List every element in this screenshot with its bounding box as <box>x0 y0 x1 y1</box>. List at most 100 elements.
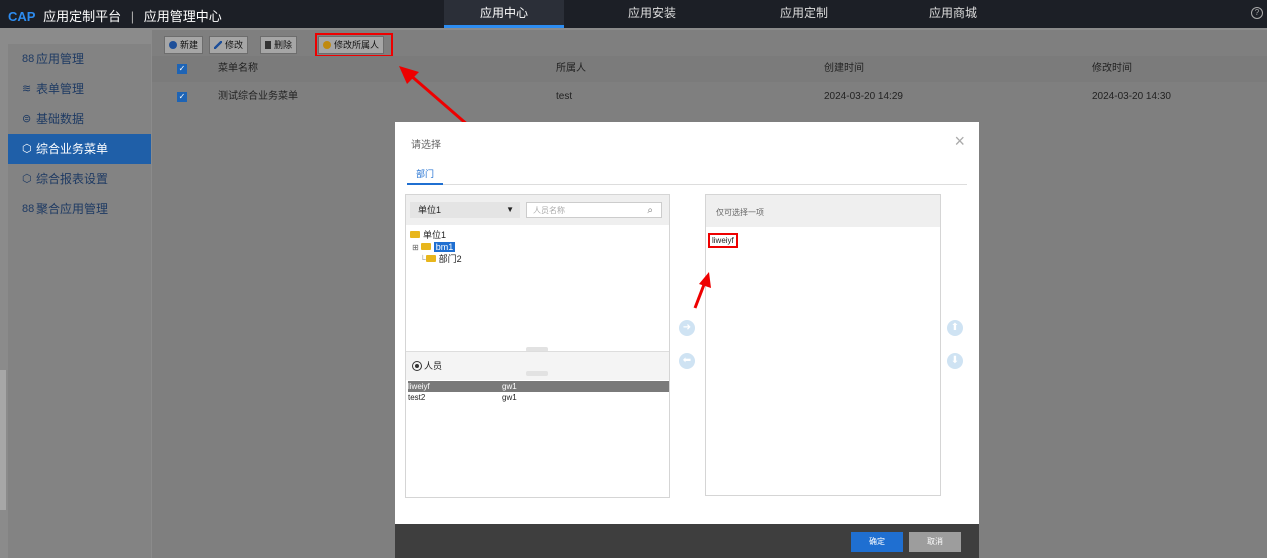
sidebar-item-basic-data[interactable]: ⊜ 基础数据 <box>8 104 151 134</box>
nav-app-center[interactable]: 应用中心 <box>444 0 564 28</box>
unit-select[interactable]: 单位1 ▼ <box>410 202 520 218</box>
move-down-icon[interactable]: ⬇ <box>947 353 963 369</box>
row-modified: 2024-03-20 14:30 <box>1092 91 1171 102</box>
trash-icon <box>265 41 271 49</box>
cancel-button[interactable]: 取消 <box>909 532 961 552</box>
brand-logo: CAP <box>8 9 36 24</box>
right-panel-header: 仅可选择一项 <box>706 195 940 227</box>
column-header: 修改时间 <box>1092 63 1132 74</box>
tree-node-dept2[interactable]: └ 部门2 <box>410 253 462 265</box>
tree-node-label: 部门2 <box>438 254 462 264</box>
list-item[interactable]: test2 gw1 <box>408 392 669 403</box>
delete-button-label: 删除 <box>274 40 293 50</box>
expand-icon[interactable]: ⊞ <box>412 243 419 252</box>
sidebar-item-label: 表单管理 <box>36 82 85 96</box>
folder-open-icon <box>410 231 420 238</box>
pencil-icon <box>214 41 222 49</box>
sidebar-item-business-menu[interactable]: ⬡ 综合业务菜单 <box>8 134 151 164</box>
plus-icon <box>169 41 177 49</box>
toolbar: 新建 修改 删除 修改所属人 <box>152 30 1267 57</box>
search-icon[interactable]: ⌕ <box>647 203 653 219</box>
select-all-checkbox[interactable]: ✓ <box>177 64 187 74</box>
move-left-icon[interactable]: ⬅ <box>679 353 695 369</box>
sidebar-item-form-management[interactable]: ≋ 表单管理 <box>8 74 151 104</box>
dialog-tabbar: 部门 <box>407 166 967 185</box>
tab-department[interactable]: 部门 <box>407 166 443 185</box>
list-item[interactable]: liweiyf gw1 <box>408 381 669 392</box>
table-row[interactable]: ✓ 测试综合业务菜单 test 2024-03-20 14:29 2024-03… <box>152 84 1267 110</box>
tree-connector: └ <box>420 255 426 264</box>
org-tree: 单位1 ⊞ bm1 └ 部门2 <box>410 229 462 265</box>
select-dialog: 请选择 × 部门 单位1 ▼ 人员名称 ⌕ 单位1 ⊞ bm1 └ 部门2 人员… <box>395 122 979 558</box>
side-scroll-strip <box>0 370 6 510</box>
person-name: test2 <box>408 393 426 402</box>
edit-button[interactable]: 修改 <box>209 36 249 54</box>
person-position: gw1 <box>502 393 517 402</box>
move-right-icon[interactable]: ➜ <box>679 320 695 336</box>
selected-item[interactable]: liweiyf <box>708 233 738 248</box>
dialog-title: 请选择 <box>411 140 441 151</box>
layers-icon: ≋ <box>22 83 32 95</box>
person-position: gw1 <box>502 382 517 391</box>
sidebar-item-label: 综合业务菜单 <box>36 142 109 156</box>
chevron-down-icon: ▼ <box>506 205 514 214</box>
highlight-box <box>315 33 393 57</box>
nav-app-install[interactable]: 应用安装 <box>592 0 712 28</box>
grid-icon: 88 <box>22 203 35 215</box>
sidebar: 88 应用管理 ≋ 表单管理 ⊜ 基础数据 ⬡ 综合业务菜单 ⬡ 综合报表设置 … <box>8 44 151 558</box>
sidebar-item-aggregate-apps[interactable]: 88 聚合应用管理 <box>8 194 151 224</box>
cube-icon: ⬡ <box>22 143 32 155</box>
right-panel: 仅可选择一项 liweiyf <box>705 194 941 496</box>
row-name: 测试综合业务菜单 <box>218 91 298 102</box>
help-icon[interactable]: ? <box>1251 7 1263 19</box>
column-header: 创建时间 <box>824 63 864 74</box>
dialog-footer: 确定 取消 <box>395 524 979 558</box>
delete-button[interactable]: 删除 <box>260 36 298 54</box>
person-name: liweiyf <box>408 382 430 391</box>
people-radio[interactable] <box>412 361 422 371</box>
sidebar-item-app-management[interactable]: 88 应用管理 <box>8 44 151 74</box>
center-name: 应用管理中心 <box>143 9 222 24</box>
people-label: 人员 <box>424 361 443 371</box>
confirm-button[interactable]: 确定 <box>851 532 903 552</box>
top-navigation-bar: CAP 应用定制平台 | 应用管理中心 应用中心 应用安装 应用定制 应用商城 … <box>0 0 1267 28</box>
edit-button-label: 修改 <box>225 40 244 50</box>
platform-name: 应用定制平台 <box>43 9 122 24</box>
unit-select-value: 单位1 <box>418 205 442 215</box>
sidebar-item-label: 应用管理 <box>36 52 85 66</box>
annotation-arrow <box>399 66 470 128</box>
database-icon: ⊜ <box>22 113 32 125</box>
left-panel: 单位1 ▼ 人员名称 ⌕ 单位1 ⊞ bm1 └ 部门2 人员 liweiyf … <box>405 194 670 498</box>
selection-hint: 仅可选择一项 <box>716 208 764 217</box>
new-button[interactable]: 新建 <box>164 36 204 54</box>
grid-icon: 88 <box>22 53 35 65</box>
brand-separator: | <box>130 9 135 24</box>
cube-icon: ⬡ <box>22 173 32 185</box>
sidebar-item-label: 聚合应用管理 <box>36 202 109 216</box>
nav-app-custom[interactable]: 应用定制 <box>744 0 864 28</box>
table-header: ✓ 菜单名称 所属人 创建时间 修改时间 <box>152 56 1267 82</box>
tree-node-label: bm1 <box>433 242 456 252</box>
annotation-arrow <box>693 272 711 309</box>
folder-icon <box>425 255 436 262</box>
left-panel-header: 单位1 ▼ 人员名称 ⌕ <box>406 195 669 225</box>
tree-node-bm1[interactable]: ⊞ bm1 <box>410 241 462 253</box>
nav-app-store[interactable]: 应用商城 <box>893 0 1013 28</box>
column-header: 所属人 <box>556 63 586 74</box>
search-placeholder: 人员名称 <box>533 206 565 215</box>
close-icon[interactable]: × <box>954 132 965 150</box>
brand: CAP 应用定制平台 | 应用管理中心 <box>8 6 222 25</box>
column-header: 菜单名称 <box>218 63 258 74</box>
sidebar-item-report-settings[interactable]: ⬡ 综合报表设置 <box>8 164 151 194</box>
sidebar-item-label: 基础数据 <box>36 112 85 126</box>
row-checkbox[interactable]: ✓ <box>177 92 187 102</box>
person-search-input[interactable]: 人员名称 ⌕ <box>526 202 662 218</box>
sidebar-item-label: 综合报表设置 <box>36 172 109 186</box>
tree-node-root[interactable]: 单位1 <box>410 229 462 241</box>
expand-handle[interactable] <box>526 371 548 376</box>
folder-icon <box>420 243 431 250</box>
row-created: 2024-03-20 14:29 <box>824 91 903 102</box>
new-button-label: 新建 <box>180 40 199 50</box>
row-owner: test <box>556 91 573 102</box>
move-up-icon[interactable]: ⬆ <box>947 320 963 336</box>
